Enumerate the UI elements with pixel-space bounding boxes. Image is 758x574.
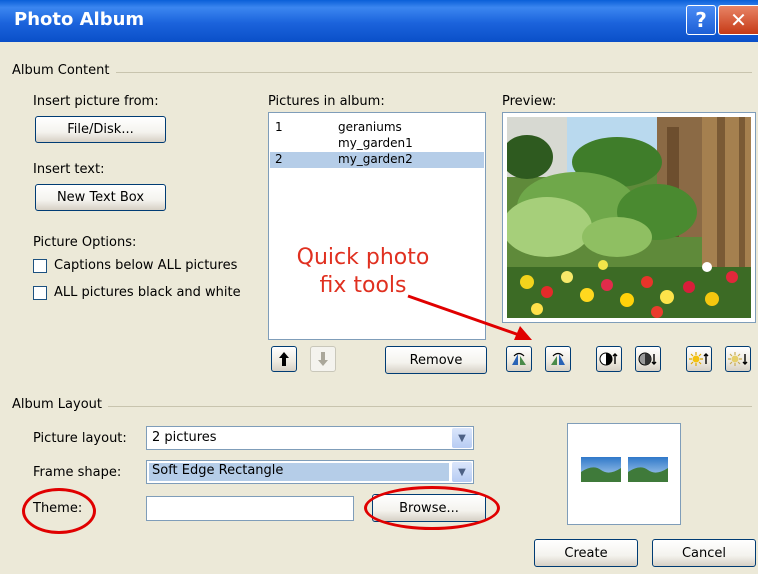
file-disk-button-label: File/Disk...	[67, 122, 134, 137]
album-content-group	[12, 72, 752, 73]
chevron-down-icon[interactable]: ▼	[452, 428, 472, 448]
increase-brightness-button[interactable]	[686, 346, 712, 372]
annotation-line1: Quick photo	[296, 245, 430, 270]
cancel-button[interactable]: Cancel	[652, 539, 756, 567]
new-text-box-button[interactable]: New Text Box	[35, 184, 166, 211]
list-item-number: 2	[275, 152, 283, 166]
captions-checkbox-label[interactable]: Captions below ALL pictures	[54, 258, 237, 273]
move-down-button[interactable]	[310, 346, 336, 372]
frame-shape-label: Frame shape:	[33, 465, 122, 480]
black-white-checkbox-label[interactable]: ALL pictures black and white	[54, 285, 241, 300]
rotate-right-icon	[551, 352, 565, 365]
increase-contrast-button[interactable]	[596, 346, 622, 372]
list-item-number: 1	[275, 120, 283, 134]
list-item-selected[interactable]: 2 my_garden2	[270, 152, 484, 168]
picture-layout-select[interactable]: 2 pictures ▼	[146, 426, 474, 450]
arrow-down-icon	[318, 352, 328, 366]
black-white-checkbox[interactable]	[33, 286, 47, 300]
annotation-arrow	[407, 294, 532, 340]
list-item-name: my_garden2	[338, 152, 413, 166]
rotate-left-icon	[512, 352, 526, 365]
contrast-down-icon	[638, 352, 657, 366]
album-layout-label: Album Layout	[12, 397, 108, 412]
browse-highlight-ellipse	[364, 486, 500, 530]
layout-preview-thumbnails	[581, 457, 668, 482]
pictures-in-album-label: Pictures in album:	[268, 94, 385, 109]
preview-image	[502, 112, 756, 323]
garden-photo	[507, 117, 751, 318]
file-disk-button[interactable]: File/Disk...	[35, 116, 166, 143]
picture-layout-label: Picture layout:	[33, 431, 127, 446]
photo-album-dialog: Photo Album ? ✕ Album Content Insert pic…	[0, 0, 758, 574]
move-up-button[interactable]	[271, 346, 297, 372]
create-button[interactable]: Create	[534, 539, 638, 567]
help-icon: ?	[695, 8, 707, 32]
list-item[interactable]: 1 geraniums	[270, 120, 484, 136]
decrease-contrast-button[interactable]	[635, 346, 661, 372]
arrow-up-icon	[279, 352, 289, 366]
list-item[interactable]: my_garden1	[270, 136, 484, 152]
help-button[interactable]: ?	[686, 5, 716, 35]
close-icon: ✕	[730, 8, 747, 32]
frame-shape-select[interactable]: Soft Edge Rectangle ▼	[146, 460, 474, 484]
window-title: Photo Album	[14, 9, 145, 30]
cancel-button-label: Cancel	[681, 545, 727, 561]
list-item-name: geraniums	[338, 120, 402, 134]
insert-text-label: Insert text:	[33, 162, 105, 177]
picture-options-label: Picture Options:	[33, 235, 137, 250]
rotate-right-button[interactable]	[545, 346, 571, 372]
picture-layout-value: 2 pictures	[152, 430, 217, 445]
title-bar[interactable]: Photo Album ? ✕	[0, 0, 758, 42]
remove-button-label: Remove	[409, 352, 463, 368]
preview-label: Preview:	[502, 94, 557, 109]
remove-button[interactable]: Remove	[385, 346, 487, 374]
layout-preview	[567, 423, 681, 525]
brightness-down-icon	[728, 352, 748, 366]
album-content-label: Album Content	[12, 63, 116, 78]
close-button[interactable]: ✕	[718, 5, 758, 35]
create-button-label: Create	[564, 545, 608, 561]
captions-checkbox[interactable]	[33, 259, 47, 273]
theme-highlight-ellipse	[22, 488, 96, 534]
frame-shape-value: Soft Edge Rectangle	[149, 463, 449, 481]
album-layout-group	[12, 406, 752, 407]
insert-picture-label: Insert picture from:	[33, 94, 159, 109]
chevron-down-icon[interactable]: ▼	[452, 462, 472, 482]
new-text-box-button-label: New Text Box	[56, 190, 145, 205]
theme-input[interactable]	[146, 496, 354, 521]
contrast-up-icon	[599, 352, 618, 366]
list-item-name: my_garden1	[338, 136, 413, 150]
brightness-up-icon	[689, 352, 709, 366]
decrease-brightness-button[interactable]	[725, 346, 751, 372]
